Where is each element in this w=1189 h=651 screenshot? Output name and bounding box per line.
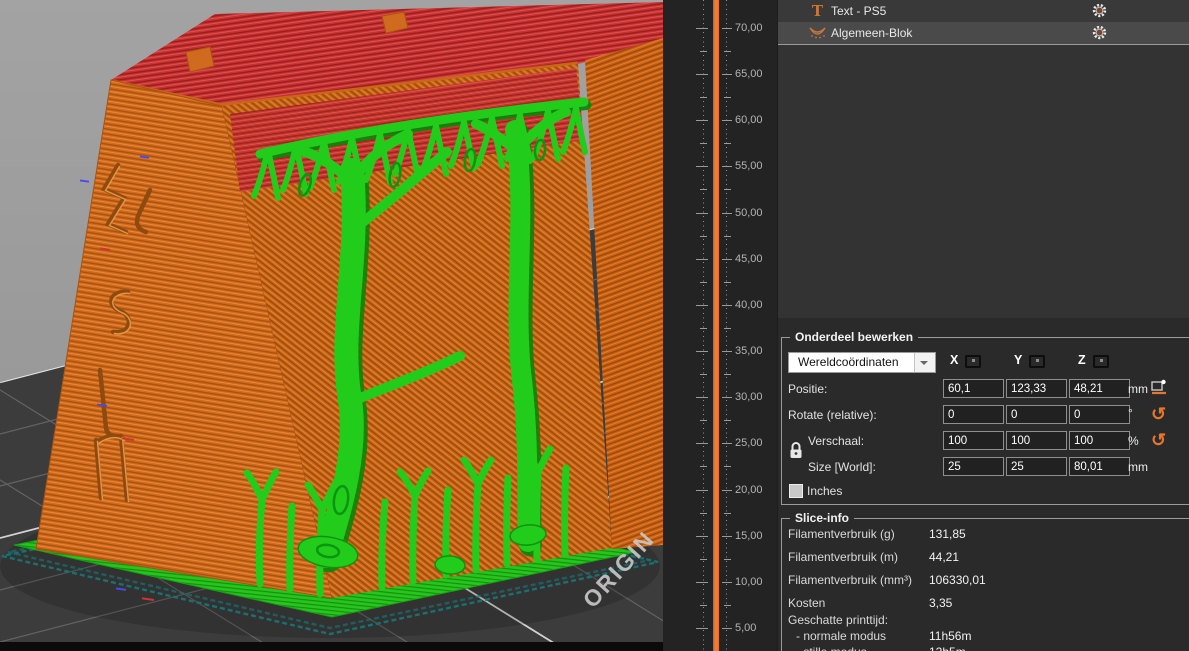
position-unit: mm xyxy=(1128,382,1148,396)
axis-center-x-icon[interactable] xyxy=(965,355,981,368)
coordinate-system-select[interactable]: Wereldcoördinaten xyxy=(788,352,936,373)
slice-info-title: Slice-info xyxy=(790,511,854,525)
slicer-app-window: ORIGIN 70,00 65,00 60,00 55,00 xyxy=(0,0,1189,651)
ruler-label: 35,00 xyxy=(735,345,763,357)
coordinate-system-value: Wereldcoördinaten xyxy=(798,353,899,372)
ruler-graduation: 30,00 xyxy=(663,390,777,404)
scale-y-input[interactable] xyxy=(1006,431,1067,450)
object-label: Algemeen-Blok xyxy=(831,22,912,44)
ruler-label: 65,00 xyxy=(735,68,763,80)
ruler-label: 60,00 xyxy=(735,114,763,126)
ruler-graduation: 55,00 xyxy=(663,159,777,173)
ruler-graduation: 15,00 xyxy=(663,529,777,543)
object-list: T Text - PS5 Algemeen-Blok xyxy=(778,0,1189,318)
rotate-reset-icon[interactable]: ↺ xyxy=(1151,406,1166,422)
rotate-y-input[interactable] xyxy=(1006,405,1067,424)
ruler-label: 25,00 xyxy=(735,437,763,449)
scale-z-input[interactable] xyxy=(1069,431,1130,450)
position-y-input[interactable] xyxy=(1006,379,1067,398)
position-x-input[interactable] xyxy=(943,379,1004,398)
ruler-graduation: 25,00 xyxy=(663,436,777,450)
object-label: Text - PS5 xyxy=(831,0,886,22)
object-settings-gear-button[interactable] xyxy=(1092,3,1107,18)
part-edit-group: Onderdeel bewerken Wereldcoördinaten X Y… xyxy=(781,337,1189,505)
axis-header-x: X xyxy=(950,353,958,367)
scale-reset-icon[interactable]: ↺ xyxy=(1151,432,1166,448)
ruler-label: 30,00 xyxy=(735,391,763,403)
size-label: Size [World]: xyxy=(808,460,876,474)
ruler-label: 5,00 xyxy=(735,622,756,634)
rotate-z-input[interactable] xyxy=(1069,405,1130,424)
scale-label: Verschaal: xyxy=(808,434,864,448)
layer-range-slider[interactable] xyxy=(713,0,719,651)
ruler-graduation: 10,00 xyxy=(663,575,777,589)
ruler-label: 45,00 xyxy=(735,253,763,265)
axis-header-z: Z xyxy=(1078,353,1086,367)
print-time-header: Geschatte printtijd: xyxy=(782,613,1189,629)
layer-ruler[interactable]: 70,00 65,00 60,00 55,00 50,00 45,00 xyxy=(663,0,777,651)
3d-viewport[interactable]: ORIGIN xyxy=(0,0,663,651)
size-z-input[interactable] xyxy=(1069,457,1130,476)
axis-header-y: Y xyxy=(1014,353,1022,367)
ruler-graduation: 40,00 xyxy=(663,298,777,312)
axis-center-y-icon[interactable] xyxy=(1029,355,1045,368)
ruler-graduation: 60,00 xyxy=(663,113,777,127)
ruler-label: 70,00 xyxy=(735,22,763,34)
slice-info-row: Kosten 3,35 xyxy=(782,596,1189,612)
print-time-row: - normale modus 11h56m xyxy=(782,629,1189,645)
slice-info-row: Filamentverbruik (g) 131,85 xyxy=(782,527,1189,543)
ruler-label: 40,00 xyxy=(735,299,763,311)
scale-x-input[interactable] xyxy=(943,431,1004,450)
ruler-graduation: 50,00 xyxy=(663,206,777,220)
slice-info-group: Slice-info Filamentverbruik (g) 131,85 F… xyxy=(781,518,1189,651)
right-panel: T Text - PS5 Algemeen-Blok Onderdeel bew… xyxy=(777,0,1189,651)
position-z-input[interactable] xyxy=(1069,379,1130,398)
ruler-label: 10,00 xyxy=(735,576,763,588)
text-object-icon: T xyxy=(809,3,826,19)
ruler-label: 55,00 xyxy=(735,160,763,172)
inches-label: Inches xyxy=(807,484,842,498)
object-settings-gear-button[interactable] xyxy=(1092,25,1107,40)
axis-center-z-icon[interactable] xyxy=(1093,355,1109,368)
ruler-graduation: 45,00 xyxy=(663,252,777,266)
mesh-object-icon xyxy=(809,25,826,41)
part-edit-title: Onderdeel bewerken xyxy=(790,330,918,344)
print-time-row: - stille modus 12h5m xyxy=(782,645,1189,651)
viewport-bottom-edge xyxy=(0,642,663,651)
rotate-x-input[interactable] xyxy=(943,405,1004,424)
rotate-label: Rotate (relative): xyxy=(788,408,877,422)
ruler-graduation: 70,00 xyxy=(663,21,777,35)
slice-info-row: Filamentverbruik (mm³) 106330,01 xyxy=(782,573,1189,589)
inches-checkbox[interactable] xyxy=(789,484,803,498)
size-y-input[interactable] xyxy=(1006,457,1067,476)
size-x-input[interactable] xyxy=(943,457,1004,476)
print-preview-3d[interactable] xyxy=(0,0,663,651)
ruler-label: 20,00 xyxy=(735,484,763,496)
ruler-graduation: 5,00 xyxy=(663,621,777,635)
ruler-graduation: 65,00 xyxy=(663,67,777,81)
scale-unit: % xyxy=(1128,434,1139,448)
object-row-algemeen-blok[interactable]: Algemeen-Blok xyxy=(778,22,1189,45)
object-row-text-ps5[interactable]: T Text - PS5 xyxy=(778,0,1189,22)
rotate-unit: ° xyxy=(1128,406,1133,420)
size-unit: mm xyxy=(1128,460,1148,474)
uniform-scale-lock-icon[interactable] xyxy=(789,441,803,464)
drop-to-bed-icon[interactable] xyxy=(1151,379,1168,400)
ruler-graduation: 20,00 xyxy=(663,483,777,497)
chevron-down-icon[interactable] xyxy=(914,353,935,372)
ruler-graduation: 35,00 xyxy=(663,344,777,358)
position-label: Positie: xyxy=(788,382,827,396)
ruler-label: 15,00 xyxy=(735,530,763,542)
ruler-label: 50,00 xyxy=(735,207,763,219)
slice-info-row: Filamentverbruik (m) 44,21 xyxy=(782,550,1189,566)
